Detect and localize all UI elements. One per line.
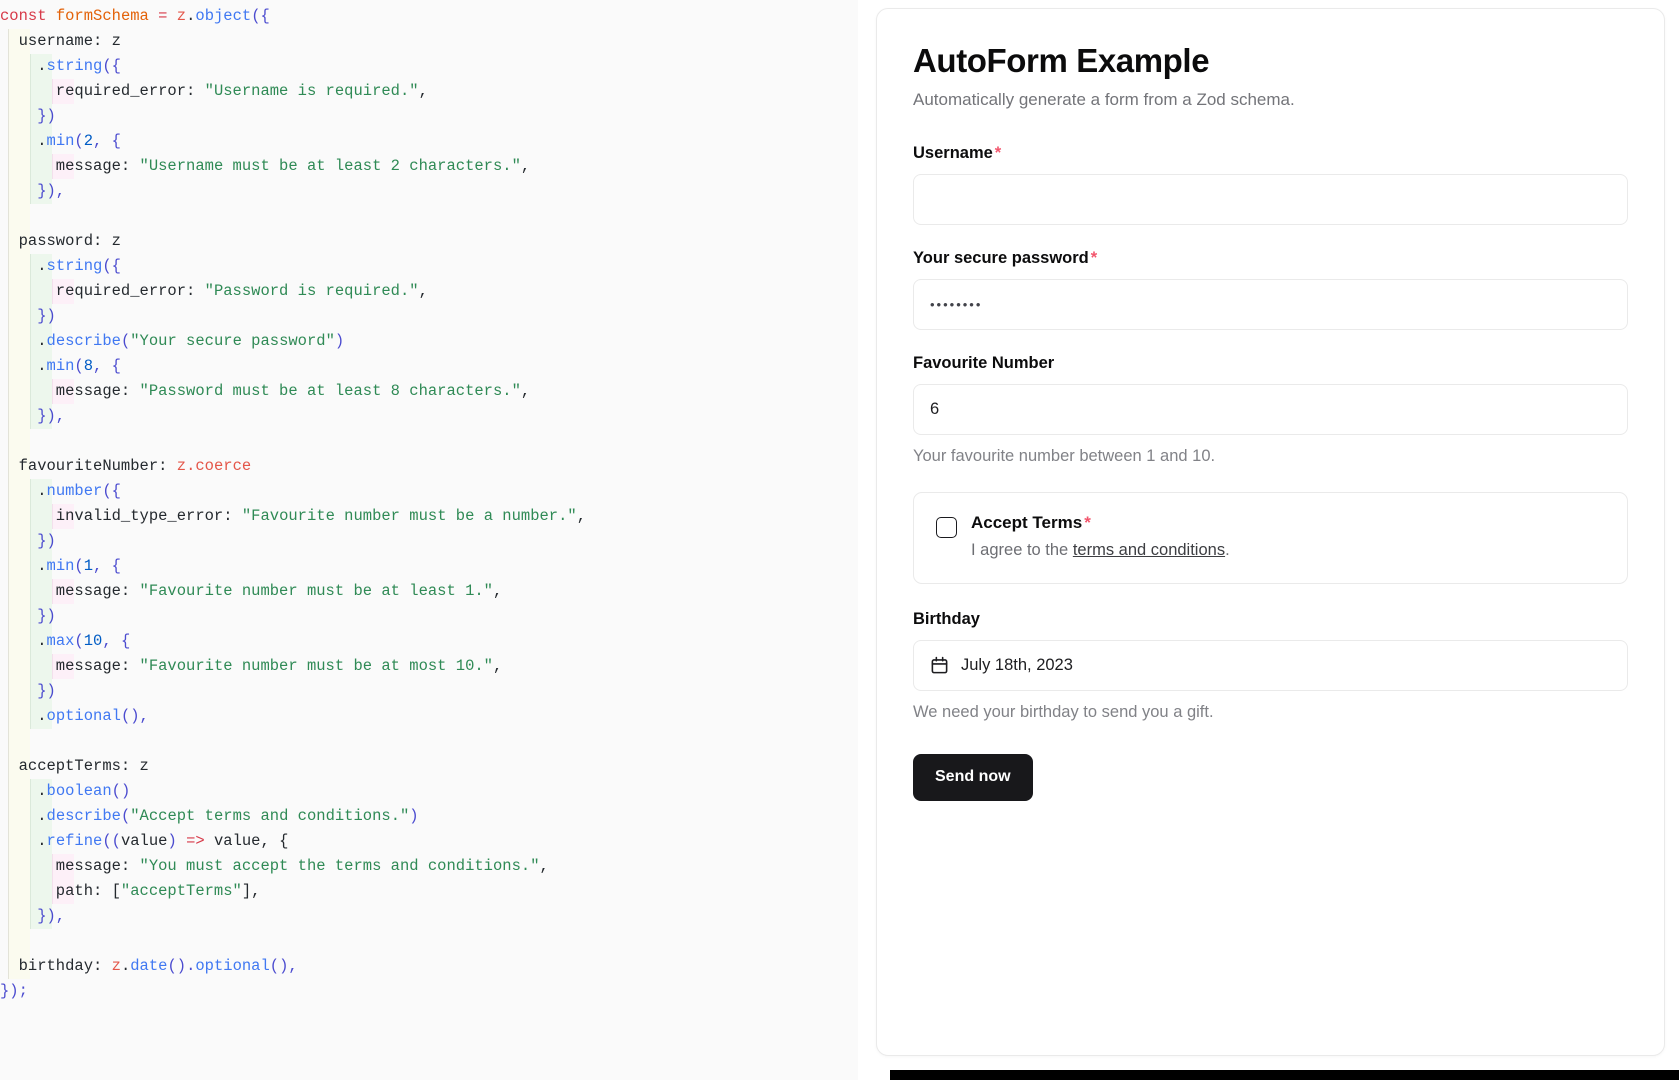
code-line: message: "Favourite number must be at le… [0,582,503,600]
favourite-number-label: Favourite Number [913,354,1055,373]
birthday-value: July 18th, 2023 [961,656,1073,675]
terms-and-conditions-link[interactable]: terms and conditions [1073,541,1225,559]
code-line: birthday: z.date().optional(), [0,957,298,975]
accept-terms-body: Accept Terms * I agree to the terms and c… [971,513,1605,562]
code-line: username: z [0,32,121,50]
code-line: .min(2, { [0,132,121,150]
code-scroll-area[interactable]: const formSchema = z.object({ username: … [0,0,858,1004]
code-line: .describe("Your secure password") [0,332,345,350]
code-line: }), [0,407,66,425]
field-accept-terms[interactable]: Accept Terms * I agree to the terms and c… [913,491,1628,585]
code-line: favouriteNumber: z.coerce [0,457,252,475]
code-line: const formSchema = z.object({ [0,7,270,25]
password-label-text: Your secure password [913,249,1089,268]
page-title: AutoForm Example [913,42,1210,79]
field-username: Username * [913,144,1628,226]
code-line: required_error: "Password is required.", [0,282,428,300]
code-line: .boolean() [0,782,131,800]
username-label: Username * [913,144,1628,163]
calendar-icon [930,656,949,675]
code-line: invalid_type_error: "Favourite number mu… [0,507,587,525]
field-favourite-number: Favourite Number 6 Your favourite number… [913,354,1628,467]
accept-terms-label: Accept Terms * [971,513,1605,533]
accept-terms-label-text: Accept Terms [971,512,1083,532]
birthday-input[interactable]: July 18th, 2023 [913,640,1628,692]
code-line: .string({ [0,57,121,75]
accept-terms-checkbox[interactable] [936,516,957,538]
code-line: }); [0,982,28,1000]
code-line: }) [0,607,56,625]
field-birthday: Birthday July 18th, 2023 We need your bi… [913,610,1628,723]
code-line: .min(1, { [0,557,121,575]
app-root: const formSchema = z.object({ username: … [0,0,1679,1080]
favourite-number-input[interactable]: 6 [913,384,1628,436]
code-line: message: "Favourite number must be at mo… [0,657,503,675]
send-now-button[interactable]: Send now [913,753,1033,801]
code-line: .refine((value) => value, { [0,832,289,850]
code-line: }) [0,532,56,550]
password-required-marker: * [1090,249,1098,268]
code-line: password: z [0,232,121,250]
code-editor-panel[interactable]: const formSchema = z.object({ username: … [0,0,858,1080]
code-line: .max(10, { [0,632,131,650]
code-line: }), [0,182,66,200]
code-line: message: "You must accept the terms and … [0,857,549,875]
username-required-marker: * [994,144,1002,163]
username-input[interactable] [913,174,1628,226]
accept-terms-description: I agree to the terms and conditions. [971,539,1605,561]
username-label-text: Username [913,144,993,163]
code-line: .min(8, { [0,357,121,375]
birthday-help: We need your birthday to send you a gift… [913,703,1214,722]
birthday-label: Birthday [913,610,980,629]
page-subtitle: Automatically generate a form from a Zod… [913,90,1295,110]
code-line: message: "Password must be at least 8 ch… [0,382,531,400]
password-label: Your secure password * [913,249,1628,268]
code-line: acceptTerms: z [0,757,149,775]
accept-terms-desc-suffix: . [1225,541,1230,560]
accept-terms-desc-prefix: I agree to the [971,541,1073,560]
favourite-number-help: Your favourite number between 1 and 10. [913,447,1216,466]
code-line: }) [0,107,56,125]
zod-schema-code: const formSchema = z.object({ username: … [0,4,858,1004]
code-line: .optional(), [0,707,149,725]
code-line: }) [0,307,56,325]
code-line: message: "Username must be at least 2 ch… [0,157,531,175]
code-line: }), [0,907,66,925]
password-input[interactable]: •••••••• [913,279,1628,331]
form-panel: AutoForm Example Automatically generate … [858,0,1679,1080]
code-line: required_error: "Username is required.", [0,82,428,100]
code-line: .string({ [0,257,121,275]
code-line: .number({ [0,482,121,500]
autoform-card: AutoForm Example Automatically generate … [876,8,1665,1056]
code-line: }) [0,682,56,700]
code-line: .describe("Accept terms and conditions."… [0,807,419,825]
accept-terms-required-marker: * [1084,512,1091,532]
field-password: Your secure password * •••••••• [913,249,1628,331]
bottom-black-bar [890,1070,1679,1080]
code-line: path: ["acceptTerms"], [0,882,261,900]
